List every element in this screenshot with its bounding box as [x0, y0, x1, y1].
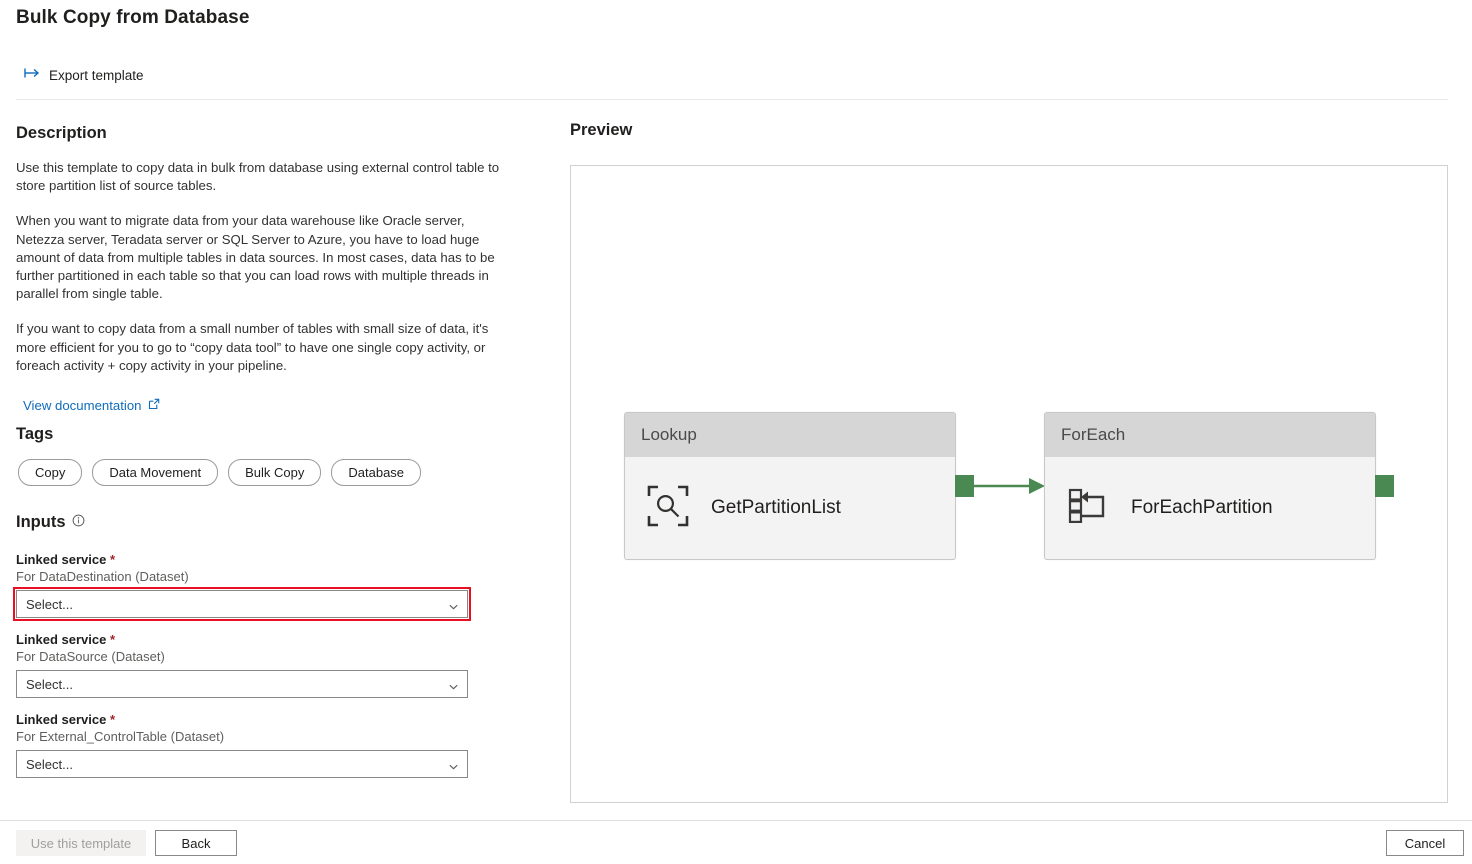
description-section: Description Use this template to copy da…: [16, 124, 536, 415]
linked-service-controltable-select[interactable]: Select...: [16, 750, 468, 778]
tag-item[interactable]: Database: [331, 459, 421, 486]
export-arrow-icon: [24, 66, 42, 84]
select-value: Select...: [26, 597, 73, 612]
view-documentation-link[interactable]: View documentation: [23, 398, 160, 413]
view-documentation-label: View documentation: [23, 398, 142, 413]
field-label: Linked service *: [16, 632, 468, 647]
description-paragraph-1: Use this template to copy data in bulk f…: [16, 159, 516, 195]
field-label: Linked service *: [16, 712, 468, 727]
linked-service-datadestination-select[interactable]: Select...: [16, 590, 468, 618]
page-title: Bulk Copy from Database: [16, 7, 250, 29]
node-body: ForEachPartition: [1045, 457, 1375, 559]
info-icon[interactable]: [72, 513, 85, 532]
chevron-down-icon: [449, 680, 458, 689]
field-linked-service-datasource: Linked service * For DataSource (Dataset…: [16, 632, 468, 698]
pipeline-node-lookup[interactable]: Lookup GetPartitionList: [624, 412, 956, 560]
tags-list: Copy Data Movement Bulk Copy Database: [18, 459, 421, 486]
foreach-output-port[interactable]: [1375, 475, 1394, 497]
description-heading: Description: [16, 124, 536, 143]
footer-divider: [0, 820, 1472, 821]
use-this-template-button[interactable]: Use this template: [16, 830, 146, 856]
node-type-label: Lookup: [625, 413, 955, 457]
field-linked-service-datadestination: Linked service * For DataDestination (Da…: [16, 552, 468, 618]
pipeline-node-foreach[interactable]: ForEach ForEachPartition: [1044, 412, 1376, 560]
export-template-label: Export template: [49, 68, 144, 83]
tag-item[interactable]: Bulk Copy: [228, 459, 321, 486]
description-paragraph-3: If you want to copy data from a small nu…: [16, 320, 516, 375]
field-sublabel: For External_ControlTable (Dataset): [16, 729, 468, 744]
node-name-label: GetPartitionList: [711, 497, 841, 519]
chevron-down-icon: [449, 600, 458, 609]
field-sublabel: For DataSource (Dataset): [16, 649, 468, 664]
inputs-heading-label: Inputs: [16, 513, 66, 532]
lookup-magnifier-icon: [647, 485, 689, 532]
linked-service-datasource-select[interactable]: Select...: [16, 670, 468, 698]
node-name-label: ForEachPartition: [1131, 497, 1273, 519]
field-sublabel: For DataDestination (Dataset): [16, 569, 468, 584]
tags-heading: Tags: [16, 425, 53, 444]
required-marker: *: [110, 552, 115, 567]
required-marker: *: [110, 632, 115, 647]
node-body: GetPartitionList: [625, 457, 955, 559]
inputs-fields: Linked service * For DataDestination (Da…: [16, 552, 468, 792]
export-template-button[interactable]: Export template: [24, 66, 144, 84]
tag-item[interactable]: Copy: [18, 459, 82, 486]
field-label: Linked service *: [16, 552, 468, 567]
tag-item[interactable]: Data Movement: [92, 459, 218, 486]
chevron-down-icon: [449, 760, 458, 769]
foreach-loop-icon: [1067, 485, 1109, 532]
inputs-heading: Inputs: [16, 513, 85, 532]
back-button[interactable]: Back: [155, 830, 237, 856]
cancel-button[interactable]: Cancel: [1386, 830, 1464, 856]
external-link-icon: [148, 398, 160, 413]
preview-heading: Preview: [570, 121, 632, 140]
node-type-label: ForEach: [1045, 413, 1375, 457]
select-value: Select...: [26, 757, 73, 772]
header-divider: [16, 99, 1448, 100]
field-linked-service-controltable: Linked service * For External_ControlTab…: [16, 712, 468, 778]
pipeline-preview-canvas[interactable]: Lookup GetPartitionList: [570, 165, 1448, 803]
description-paragraph-2: When you want to migrate data from your …: [16, 212, 516, 303]
select-value: Select...: [26, 677, 73, 692]
required-marker: *: [110, 712, 115, 727]
pipeline-connector: [971, 471, 1049, 501]
